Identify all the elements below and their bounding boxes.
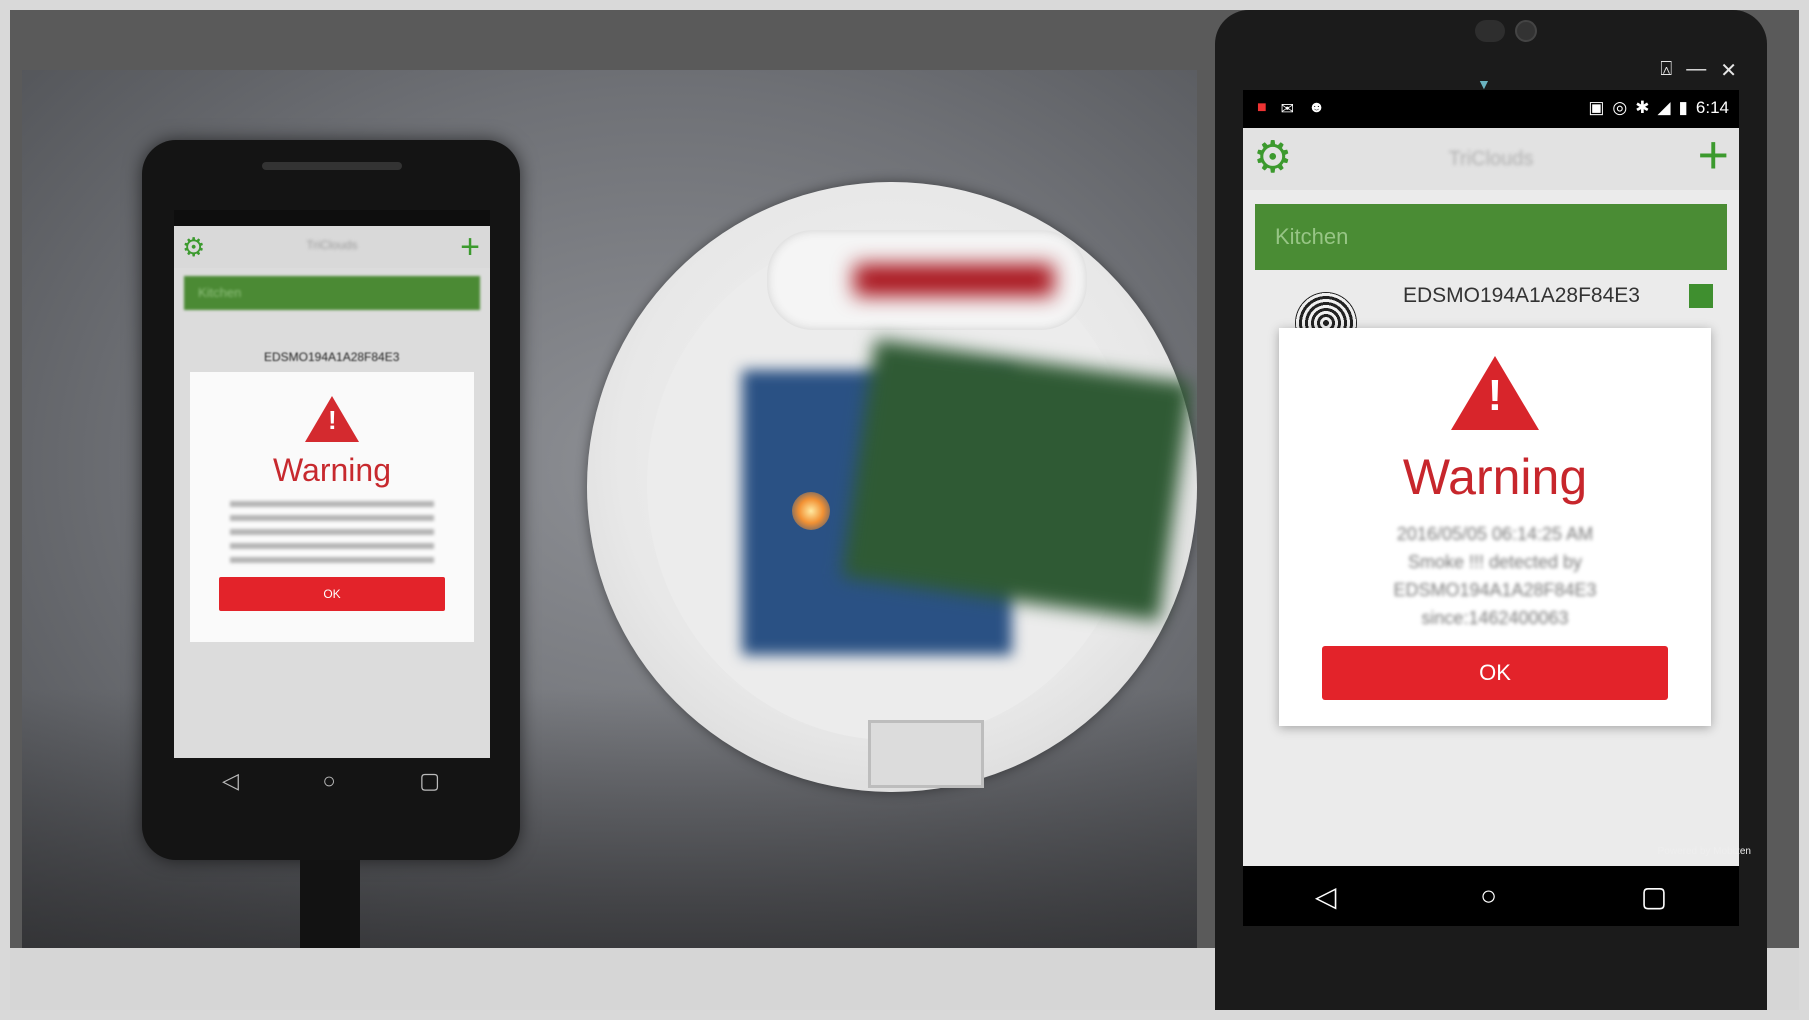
room-header[interactable]: Kitchen — [184, 276, 480, 310]
status-square-icon — [1689, 284, 1713, 308]
message-line: 2016/05/05 06:14:25 AM — [1396, 524, 1594, 544]
ok-button[interactable]: OK — [219, 577, 445, 611]
minimize-icon[interactable]: — — [1686, 58, 1706, 83]
physical-phone: ⚙ TriClouds + Kitchen EDSMO194A1A28F84E3… — [142, 140, 520, 860]
device-name: EDSMO194A1A28F84E3 — [264, 350, 400, 364]
mirrored-device: ⍓ — ✕ ▼ ■ ✉ ☻ ▣ ◎ ✱ ◢ ▮ 6:14 ⚙ TriClouds… — [1215, 10, 1767, 1020]
home-icon[interactable]: ○ — [322, 768, 335, 794]
plus-icon[interactable]: + — [1697, 124, 1729, 186]
status-bar — [174, 210, 490, 226]
physical-phone-screen: ⚙ TriClouds + Kitchen EDSMO194A1A28F84E3… — [174, 210, 490, 758]
android-icon: ☻ — [1308, 99, 1325, 116]
usb-cable — [300, 860, 360, 948]
recents-icon[interactable]: ▢ — [1641, 880, 1667, 913]
app-bar: ⚙ TriClouds + — [174, 226, 490, 268]
dialog-title: Warning — [273, 452, 391, 488]
bluetooth-icon: ✱ — [1635, 98, 1650, 117]
watermark: Powered by Mobizen — [1657, 846, 1751, 857]
plus-icon[interactable]: + — [460, 226, 480, 268]
home-icon[interactable]: ○ — [1480, 880, 1497, 912]
nav-bar: ◁ ○ ▢ — [1243, 866, 1739, 926]
message-line: EDSMO194A1A28F84E3 — [1393, 580, 1597, 600]
message-line: since:1462400063 — [1421, 608, 1569, 628]
cast-icon: ▣ — [1588, 98, 1605, 117]
room-header[interactable]: Kitchen — [1255, 204, 1727, 270]
phone-speaker — [262, 162, 402, 170]
app-notification-icon: ■ — [1257, 99, 1267, 116]
device-name: EDSMO194A1A28F84E3 — [1403, 284, 1640, 307]
gmail-icon: ✉ — [1280, 101, 1295, 118]
device-screen: ■ ✉ ☻ ▣ ◎ ✱ ◢ ▮ 6:14 ⚙ TriClouds + Kitch… — [1243, 90, 1739, 926]
warning-icon: ! — [1451, 356, 1539, 430]
notification-icon[interactable]: ⍓ — [1660, 58, 1672, 83]
dialog-message: 2016/05/05 06:14:25 AM Smoke !!! detecte… — [1279, 520, 1711, 632]
device-row[interactable]: EDSMO194A1A28F84E3 — [1243, 270, 1739, 354]
camera — [1475, 20, 1505, 42]
back-icon[interactable]: ◁ — [1315, 880, 1337, 913]
signal-icon: ◢ — [1657, 98, 1671, 117]
status-bar: ■ ✉ ☻ ▣ ◎ ✱ ◢ ▮ 6:14 — [1243, 90, 1739, 128]
dialog-message — [230, 501, 434, 565]
app-title: TriClouds — [306, 238, 358, 252]
photo-panel: ⚙ TriClouds + Kitchen EDSMO194A1A28F84E3… — [22, 70, 1197, 948]
nav-bar: ◁ ○ ▢ — [222, 768, 440, 794]
status-time: 6:14 — [1695, 98, 1729, 117]
warning-dialog: ! Warning 2016/05/05 06:14:25 AM Smoke !… — [1279, 328, 1711, 726]
recents-icon[interactable]: ▢ — [419, 768, 440, 794]
battery-icon: ▮ — [1678, 98, 1688, 117]
radio-module — [841, 338, 1193, 622]
back-icon[interactable]: ◁ — [222, 768, 239, 794]
hotspot-icon: ◎ — [1612, 98, 1628, 117]
battery-label — [854, 264, 1054, 296]
dialog-title: Warning — [1402, 449, 1588, 505]
ok-button[interactable]: OK — [1322, 646, 1668, 700]
app-bar: ⚙ TriClouds + — [1243, 125, 1739, 190]
close-icon[interactable]: ✕ — [1720, 58, 1737, 83]
message-line: Smoke !!! detected by — [1407, 552, 1583, 572]
mount-tab — [868, 720, 984, 788]
warning-icon: ! — [305, 396, 359, 442]
window-controls: ⍓ — ✕ — [1660, 58, 1737, 83]
app-title: TriClouds — [1448, 148, 1534, 170]
led-light — [792, 492, 830, 530]
warning-dialog: ! Warning OK — [190, 372, 474, 642]
